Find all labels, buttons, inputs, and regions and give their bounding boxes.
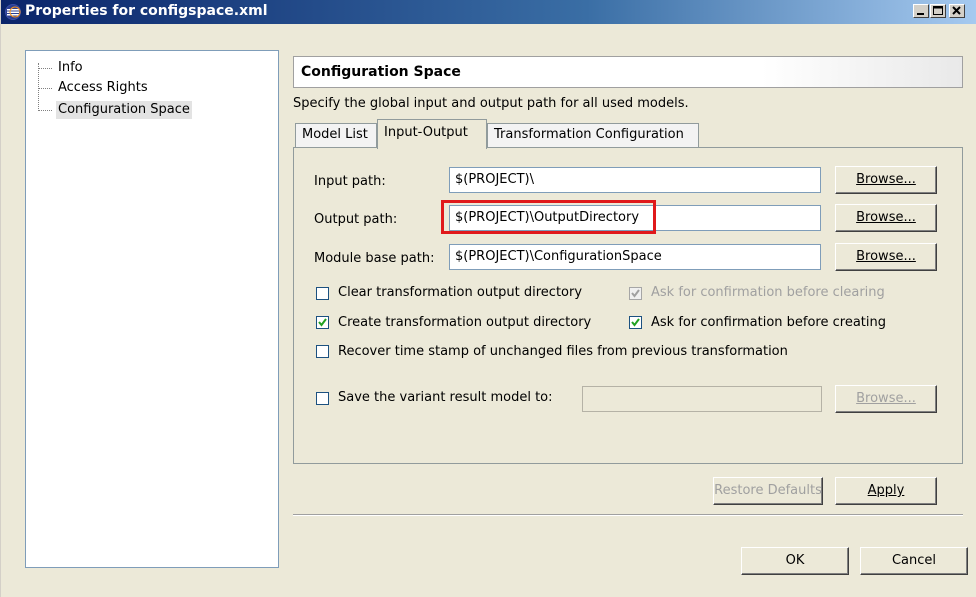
tree-connector [38,68,52,69]
output-path-label: Output path: [314,212,398,227]
divider [293,514,963,516]
module-base-path-field[interactable]: $(PROJECT)\ConfigurationSpace [449,244,821,270]
tab-input-output[interactable]: Input-Output [377,119,487,149]
tree-connector [38,63,39,111]
tree-connector [38,110,52,111]
recover-timestamp-checkbox[interactable] [316,345,329,358]
input-path-browse-button[interactable]: Browse... [835,166,937,194]
button-label: Browse... [856,172,916,187]
create-output-label: Create transformation output directory [338,315,592,330]
recover-timestamp-label: Recover time stamp of unchanged files fr… [338,344,788,359]
button-label: Restore Defaults [714,483,822,498]
button-label: Apply [867,483,905,498]
ask-before-creating-label: Ask for confirmation before creating [651,315,886,330]
title-bar[interactable]: Properties for configspace.xml [1,0,976,24]
save-variant-field[interactable] [582,386,822,412]
ask-before-creating-checkbox[interactable] [629,316,642,329]
page-description: Specify the global input and output path… [293,96,689,111]
tree-item-configuration-space[interactable]: Configuration Space [56,101,192,119]
button-label: Cancel [891,553,937,568]
tree-item-label: Configuration Space [58,102,190,117]
input-path-field[interactable]: $(PROJECT)\ [449,167,821,193]
save-variant-checkbox[interactable] [316,392,329,405]
clear-output-label: Clear transformation output directory [338,285,583,300]
tab-label: Model List [302,127,368,142]
module-base-path-browse-button[interactable]: Browse... [835,243,937,271]
button-label: Browse... [856,210,916,225]
clear-output-checkbox[interactable] [316,287,329,300]
tree-item-label: Access Rights [58,80,148,95]
apply-button[interactable]: Apply [835,477,937,505]
eclipse-icon [5,4,21,20]
save-variant-label: Save the variant result model to: [338,390,553,405]
highlight-box [441,200,656,234]
restore-defaults-button[interactable]: Restore Defaults [713,477,823,505]
property-page-tree: Info Access Rights Configuration Space [25,50,279,568]
input-output-panel [293,147,963,464]
tree-item-access-rights[interactable]: Access Rights [56,79,150,97]
cancel-button[interactable]: Cancel [860,547,968,575]
maximize-button[interactable] [930,4,946,18]
tree-item-info[interactable]: Info [56,59,85,77]
tree-item-label: Info [58,60,83,75]
tab-model-list[interactable]: Model List [295,123,377,147]
minimize-button[interactable] [913,4,929,18]
create-output-checkbox[interactable] [316,316,329,329]
input-path-label: Input path: [314,174,386,189]
module-base-path-label: Module base path: [314,251,435,266]
properties-dialog: Properties for configspace.xml Info Acce… [0,0,976,597]
ok-button[interactable]: OK [741,547,849,575]
output-path-browse-button[interactable]: Browse... [835,204,937,232]
page-title: Configuration Space [293,56,963,88]
ask-before-clearing-checkbox[interactable] [629,287,642,300]
button-label: Browse... [856,391,916,406]
tab-label: Transformation Configuration [494,127,684,142]
button-label: Browse... [856,249,916,264]
save-variant-browse-button[interactable]: Browse... [835,385,937,413]
button-label: OK [785,553,805,568]
window-title: Properties for configspace.xml [25,3,268,19]
tree-connector [38,88,52,89]
close-button[interactable] [949,4,965,18]
ask-before-clearing-label: Ask for confirmation before clearing [651,285,885,300]
tab-transformation-configuration[interactable]: Transformation Configuration [487,123,699,147]
tab-label: Input-Output [384,125,468,140]
